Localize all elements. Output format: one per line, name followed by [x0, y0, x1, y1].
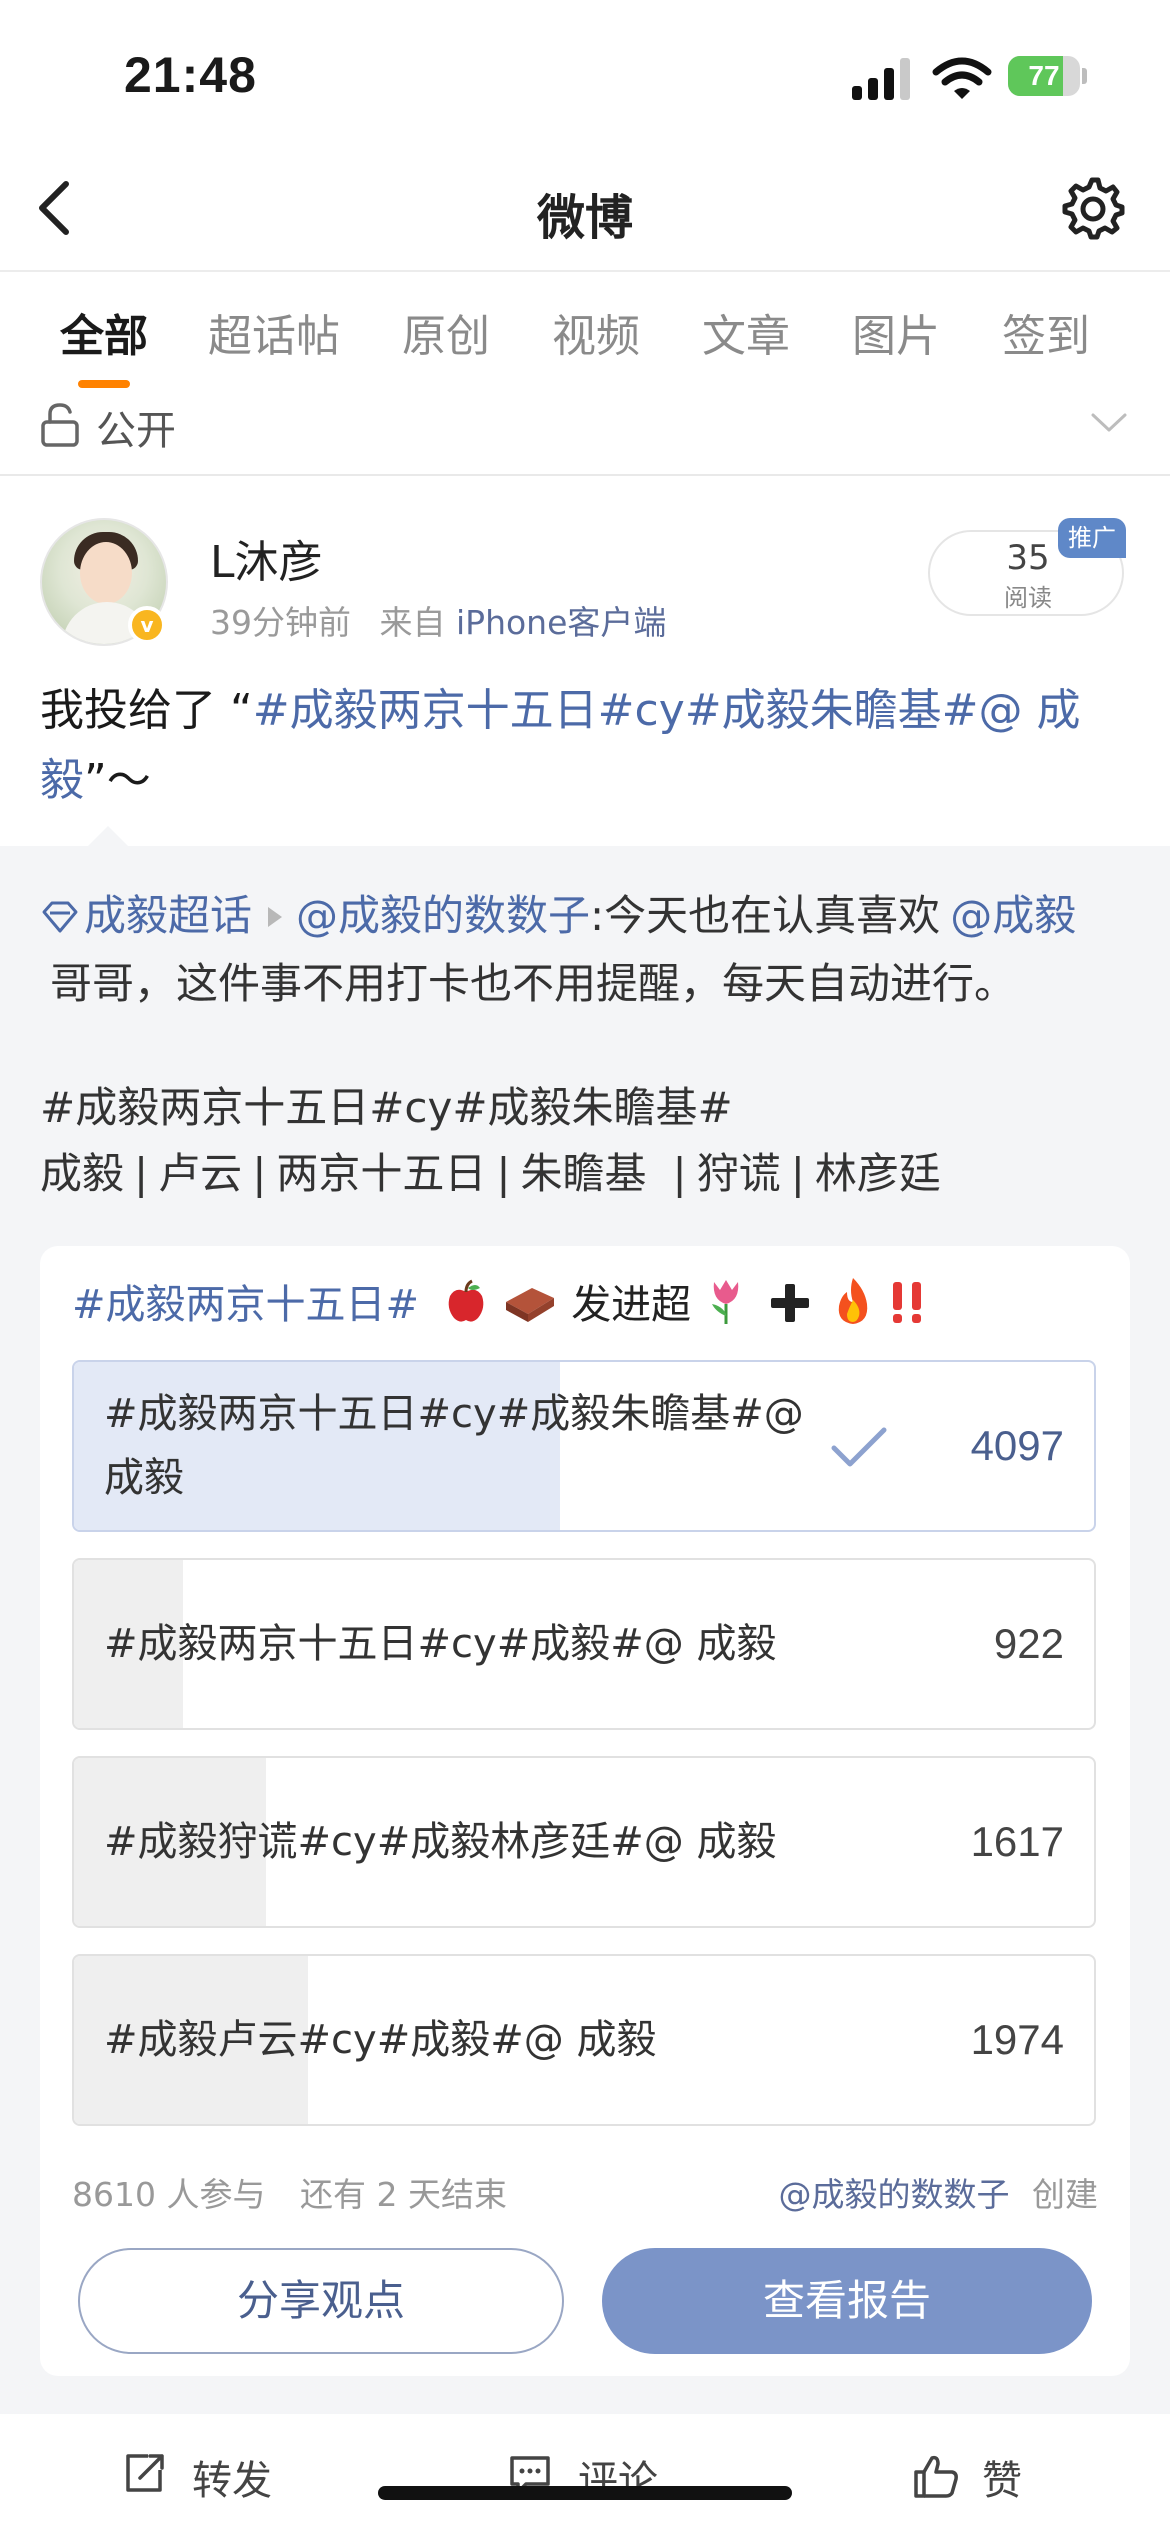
post-source: iPhone客户端 — [456, 603, 667, 642]
home-indicator — [378, 2486, 792, 2500]
chevron-down-icon[interactable] — [1090, 410, 1128, 436]
retweet-text-body: :今天也在认真喜欢 — [590, 891, 941, 940]
verified-icon: v — [128, 606, 166, 644]
poll-title: #成毅两京十五日# 发进超 — [72, 1272, 928, 1330]
privacy-label: 公开 — [96, 408, 176, 454]
retweet-tags: 成毅 | 卢云 | 两京十五日 | 朱瞻基 | 狩谎 | 林彦廷 — [40, 1149, 941, 1198]
post-time: 39分钟前 — [210, 603, 351, 642]
poll-title-text: 发进超 — [571, 1282, 692, 1328]
tab-images[interactable]: 图片 — [852, 300, 940, 364]
tag-item: 林彦廷 — [814, 1149, 941, 1198]
fire-icon — [839, 1278, 868, 1324]
retweet-notch — [86, 826, 130, 848]
signal-icon — [852, 58, 910, 100]
poll-participants: 8610 人参与 — [72, 2175, 266, 2214]
option-count: 922 — [993, 1620, 1064, 1667]
exclamation-icon — [893, 1282, 922, 1323]
retweet-topic-line[interactable]: #成毅两京十五日#cy#成毅朱瞻基# — [40, 1074, 1140, 1142]
status-time: 21:48 — [124, 47, 257, 103]
poll-card: #成毅两京十五日# 发进超 #成毅两京十五日#cy#成毅朱瞻基#@ 成毅 409… — [40, 1246, 1130, 2376]
like-label: 赞 — [982, 2458, 1022, 2504]
battery-percent: 77 — [1028, 60, 1060, 91]
view-report-button[interactable]: 查看报告 — [602, 2248, 1092, 2354]
action-bar: 转发 评论 赞 — [0, 2414, 1170, 2532]
tag-item: 狩谎 — [696, 1149, 781, 1198]
tag-item: 卢云 — [158, 1149, 243, 1198]
repost-label: 转发 — [192, 2458, 272, 2504]
tag-item: 朱瞻基 — [520, 1149, 647, 1198]
diamond-icon — [42, 901, 78, 933]
wifi-icon — [932, 57, 992, 99]
poll-topic[interactable]: #成毅两京十五日# — [72, 1282, 419, 1328]
divider — [0, 474, 1170, 476]
tab-original[interactable]: 原创 — [402, 300, 490, 364]
option-text: #成毅两京十五日#cy#成毅朱瞻基#@ 成毅 — [104, 1391, 804, 1501]
nav-bar: 微博 — [0, 150, 1170, 272]
tab-checkin[interactable]: 签到 — [1002, 300, 1090, 364]
retweet-author[interactable]: @成毅的数数子 — [296, 891, 590, 940]
active-tab-indicator — [78, 380, 130, 388]
check-icon — [831, 1427, 887, 1467]
post-meta: 39分钟前 来自 iPhone客户端 — [210, 596, 666, 644]
arrow-right-icon — [268, 906, 283, 927]
tab-all[interactable]: 全部 — [60, 300, 148, 364]
post-text-suffix: ”～ — [84, 755, 151, 806]
poll-creator-link[interactable]: @成毅的数数子 — [779, 2175, 1010, 2214]
poll-stats: 8610 人参与 还有 2 天结束 — [72, 2168, 507, 2216]
post-text: 我投给了 “#成毅两京十五日#cy#成毅朱瞻基#@ 成毅”～ — [40, 676, 1130, 816]
tag-item: 两京十五日 — [276, 1149, 487, 1198]
tulip-icon — [711, 1280, 739, 1324]
share-opinion-button[interactable]: 分享观点 — [78, 2248, 564, 2354]
option-count: 4097 — [970, 1422, 1064, 1469]
option-count: 1974 — [970, 2016, 1064, 2063]
option-text: #成毅卢云#cy#成毅#@ 成毅 — [104, 2017, 657, 2063]
filter-tabs: 全部 超话帖 原创 视频 文章 图片 签到 — [0, 300, 1170, 380]
poll-option[interactable]: #成毅两京十五日#cy#成毅#@ 成毅 922 — [72, 1558, 1096, 1730]
brick-icon — [506, 1288, 555, 1322]
poll-creator-suffix: 创建 — [1032, 2175, 1098, 2214]
option-count: 1617 — [970, 1818, 1064, 1865]
status-bar: 21:48 77 — [0, 0, 1170, 150]
reads-count: 35 — [1006, 538, 1050, 578]
like-icon — [914, 2455, 958, 2498]
like-button[interactable]: 赞 — [912, 2448, 1062, 2504]
tab-articles[interactable]: 文章 — [702, 300, 790, 364]
poll-option[interactable]: #成毅卢云#cy#成毅#@ 成毅 1974 — [72, 1954, 1096, 2126]
tag-item: 成毅 — [40, 1149, 125, 1198]
reads-label: 阅读 — [1004, 584, 1052, 612]
lock-icon — [41, 403, 79, 447]
poll-creator: @成毅的数数子 创建 — [779, 2168, 1099, 2216]
poll-option[interactable]: #成毅狩谎#cy#成毅林彦廷#@ 成毅 1617 — [72, 1756, 1096, 1928]
tab-video[interactable]: 视频 — [552, 300, 640, 364]
poll-option[interactable]: #成毅两京十五日#cy#成毅朱瞻基#@ 成毅 4097 — [72, 1360, 1096, 1532]
promo-badge[interactable]: 推广 — [1058, 518, 1126, 558]
page-title: 微博 — [536, 190, 633, 246]
option-text: #成毅狩谎#cy#成毅林彦廷#@ 成毅 — [104, 1819, 777, 1865]
source-prefix: 来自 — [379, 603, 446, 642]
supertopic-link[interactable]: 成毅超话 — [84, 891, 252, 940]
privacy-selector[interactable]: 公开 — [0, 392, 1170, 468]
settings-icon[interactable] — [1060, 176, 1126, 242]
repost-icon — [126, 2454, 164, 2492]
tab-supertopic-posts[interactable]: 超话帖 — [208, 300, 340, 364]
option-text: #成毅两京十五日#cy#成毅#@ 成毅 — [104, 1621, 777, 1667]
repost-button[interactable]: 转发 — [122, 2448, 312, 2504]
plus-icon — [770, 1284, 809, 1322]
battery-icon: 77 — [1008, 56, 1087, 96]
retweet-text: 成毅超话 @成毅的数数子:今天也在认真喜欢 @成毅 哥哥，这件事不用打卡也不用提醒，… — [40, 882, 1140, 1018]
retweet-mention[interactable]: @成毅 — [950, 891, 1076, 940]
poll-remaining: 还有 2 天结束 — [299, 2175, 507, 2214]
user-name[interactable]: L沐彦 — [210, 526, 323, 590]
retweet-text-body-2: 哥哥，这件事不用打卡也不用提醒，每天自动进行。 — [50, 959, 1017, 1008]
post-text-prefix: 我投给了 “ — [40, 685, 253, 736]
apple-icon — [448, 1279, 484, 1322]
